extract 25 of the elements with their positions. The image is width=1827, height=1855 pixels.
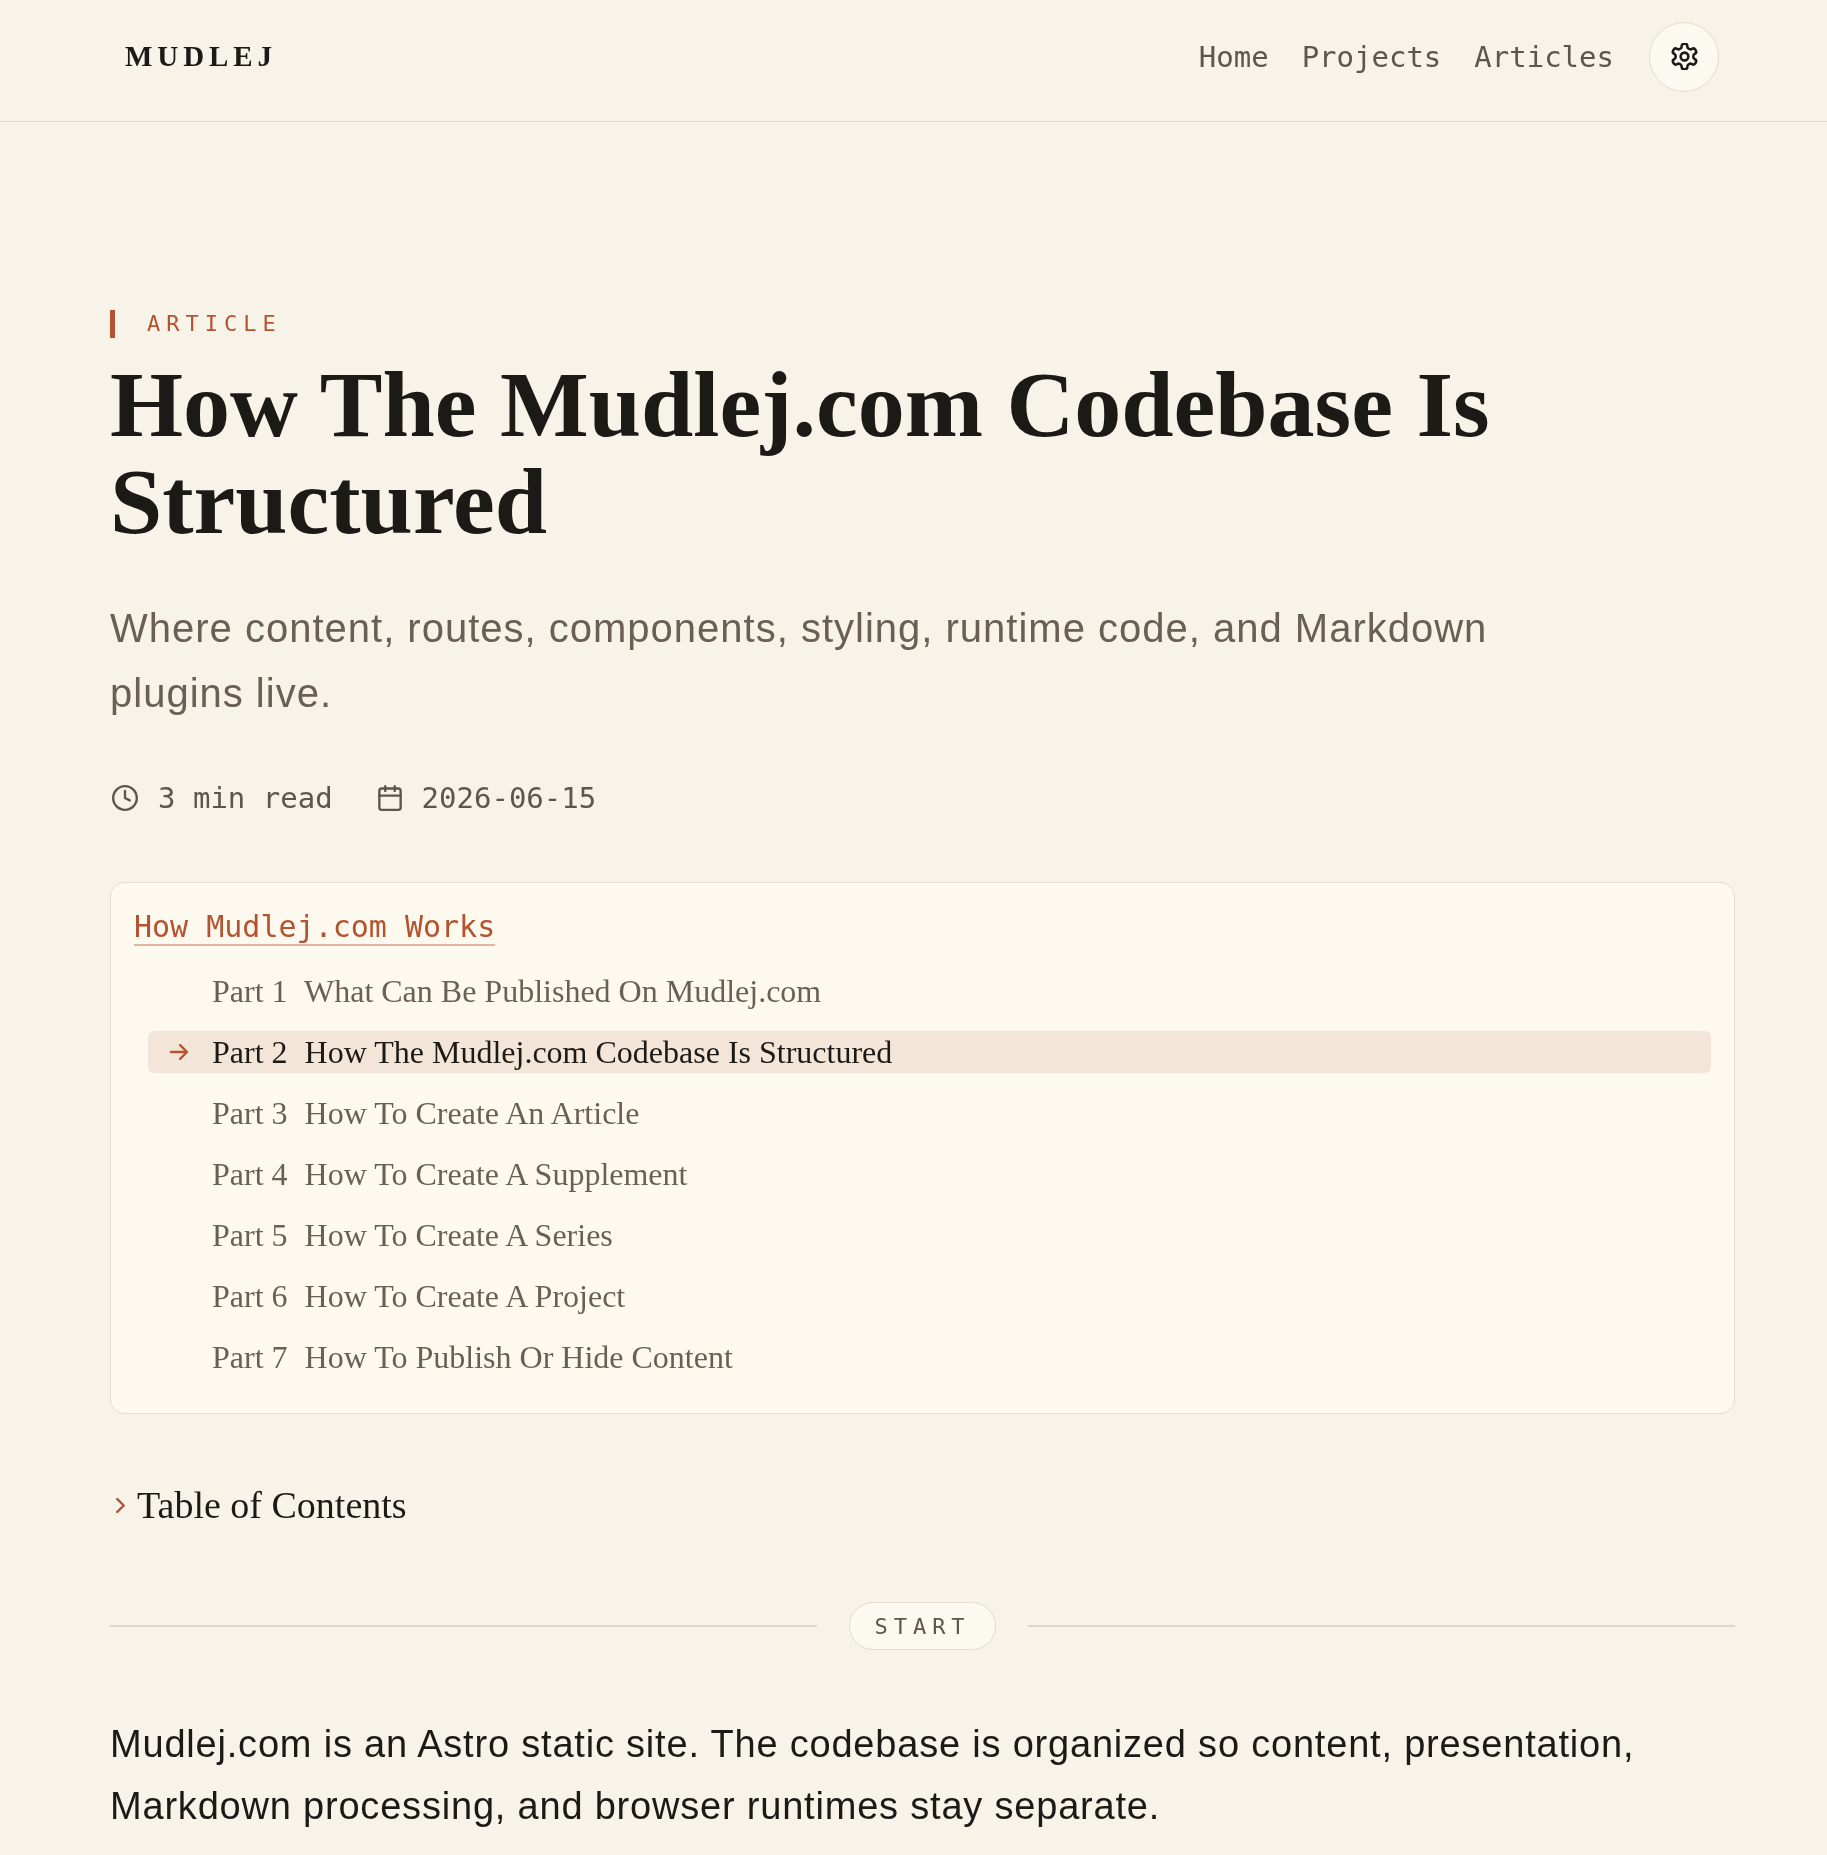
table-of-contents-toggle[interactable]: Table of Contents — [110, 1483, 407, 1527]
site-logo[interactable]: MUDLEJ — [125, 34, 278, 79]
publish-date: 2026-06-15 — [421, 780, 597, 816]
series-part-link[interactable]: Part 3 How To Create An Article — [148, 1092, 1711, 1134]
clock-icon — [112, 785, 138, 811]
series-part-link[interactable]: Part 4 How To Create A Supplement — [148, 1153, 1711, 1195]
article-subtitle: Where content, routes, components, styling, runtime code, and Markdown plugins live. — [110, 605, 1489, 717]
series-part-link[interactable]: Part 7 How To Publish Or Hide Content — [148, 1336, 1711, 1378]
series-title-link[interactable]: How Mudlej.com Works — [134, 907, 496, 947]
nav-link[interactable]: Projects — [1301, 38, 1442, 75]
body-paragraph: Mudlej.com is an Astro static site. The codebase is organized so content, presentation, Markdown processing, and browser runtimes stay separate. — [110, 1722, 1636, 1829]
series-part-link[interactable]: Part 5 How To Create A Series — [148, 1214, 1711, 1256]
article-eyebrow: ARTICLE — [147, 310, 282, 338]
arrow-right-icon — [168, 1044, 190, 1060]
read-time: 3 min read — [158, 780, 333, 816]
settings-icon — [1670, 43, 1698, 70]
section-start-label: START — [849, 1602, 996, 1650]
calendar-icon — [377, 785, 402, 811]
nav-link[interactable]: Articles — [1474, 38, 1614, 75]
series-part-link[interactable]: Part 6 How To Create A Project — [148, 1275, 1711, 1317]
series-part-link[interactable]: Part 2 How The Mudlej.com Codebase Is Structured — [148, 1031, 1711, 1073]
accent-bar — [110, 310, 115, 338]
nav-link[interactable]: Home — [1198, 38, 1269, 75]
series-part-link[interactable]: Part 1 What Can Be Published On Mudlej.com — [148, 970, 1711, 1012]
article-title: How The Mudlej.com Codebase Is Structured — [110, 356, 1491, 550]
